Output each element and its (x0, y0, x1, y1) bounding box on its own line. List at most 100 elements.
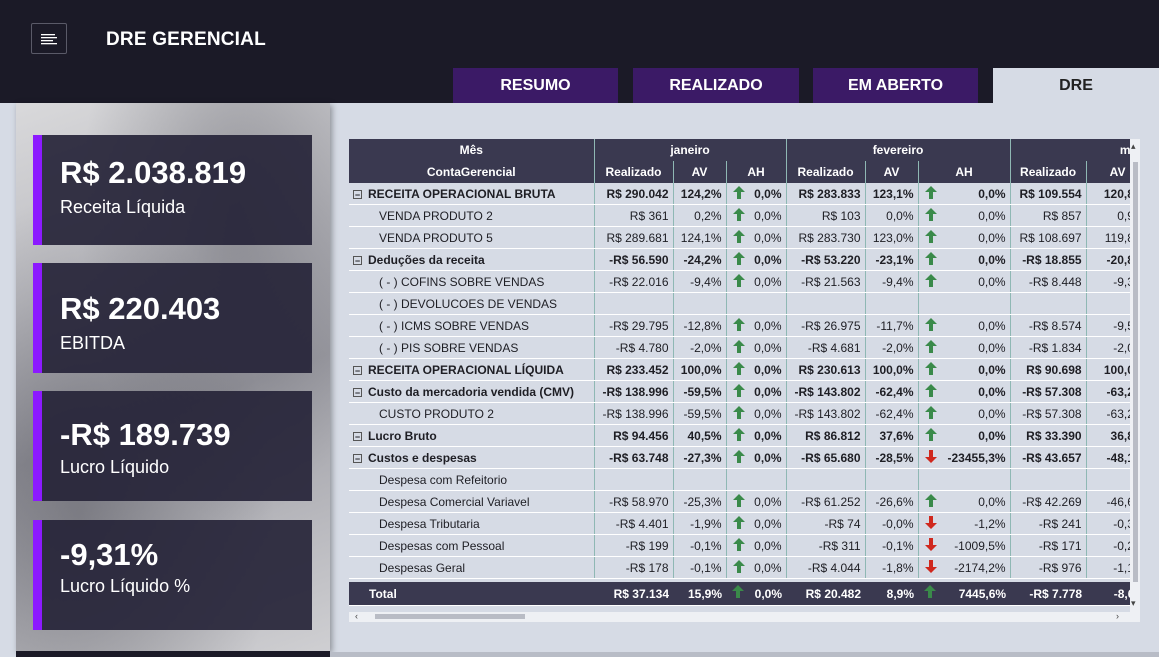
cell-value: 40,5% (673, 424, 727, 447)
menu-button[interactable] (31, 23, 67, 54)
table-row[interactable]: Despesa Comercial Variavel -R$ 58.970 -25,… (349, 490, 1140, 513)
cell-ah: 0,0% (726, 314, 787, 337)
table-row[interactable]: Despesa Tributaria -R$ 4.401 -1,9% 0,0% -R$ … (349, 512, 1140, 535)
cell-ah: 0,0% (918, 314, 1011, 337)
table-row[interactable]: Despesas com Pessoal -R$ 199 -0,1% 0,0% -R$ … (349, 534, 1140, 557)
table-row[interactable]: − RECEITA OPERACIONAL BRUTA R$ 290.042 124,… (349, 183, 1140, 205)
cell-value: -R$ 143.802 (786, 380, 866, 403)
cell-value: -R$ 61.252 (786, 490, 866, 513)
cell-value (1010, 468, 1087, 491)
header-col[interactable]: AH (726, 161, 787, 183)
table-row[interactable]: ( - ) DEVOLUCOES DE VENDAS (349, 292, 1140, 315)
collapse-toggle-icon[interactable]: − (353, 453, 362, 463)
cell-value: 0,2% (673, 204, 727, 227)
header-col[interactable]: Realizado (1010, 161, 1087, 183)
cell-value: -R$ 4.681 (786, 336, 866, 359)
kpi-value: -R$ 189.739 (60, 417, 231, 452)
cell-value: -R$ 42.269 (1010, 490, 1087, 513)
header-col[interactable]: Realizado (594, 161, 674, 183)
table-row[interactable]: Despesas Geral -R$ 178 -0,1% 0,0% -R$ 4.044-… (349, 556, 1140, 579)
cell-ah (918, 468, 1011, 491)
header-col[interactable]: AH (918, 161, 1011, 183)
cell-ah: -1009,5% (918, 534, 1011, 557)
vertical-scrollbar-thumb[interactable] (1133, 162, 1138, 582)
cell-ah: -23455,3% (918, 446, 1011, 469)
collapse-toggle-icon[interactable]: − (353, 255, 362, 265)
arrow-up-icon (732, 230, 745, 243)
header-month-fevereiro[interactable]: fevereiro (786, 139, 1011, 161)
table-row[interactable]: − Custo da mercadoria vendida (CMV) -R$ 13… (349, 380, 1140, 403)
cell-value: -R$ 57.308 (1010, 380, 1087, 403)
cell-value: R$ 86.812 (786, 424, 866, 447)
header-conta-gerencial[interactable]: ContaGerencial (349, 161, 595, 183)
cell-ah: 0,0% (918, 358, 1011, 381)
cell-ah: 0,0% (726, 358, 787, 381)
tab-dre[interactable]: DRE (993, 68, 1159, 104)
cell-value: -R$ 4.780 (594, 336, 674, 359)
footer-strip (330, 652, 1159, 657)
table-row[interactable]: − Lucro Bruto R$ 94.456 40,5% 0,0% R$ 86.812 3… (349, 424, 1140, 447)
row-account-name: − Custo da mercadoria vendida (CMV) (349, 380, 595, 403)
header-col[interactable]: Realizado (786, 161, 866, 183)
arrow-up-icon (732, 384, 745, 397)
dre-table: Mês janeiro fevereiro març ContaGerencia… (349, 139, 1140, 606)
cell-value: -11,7% (865, 314, 919, 337)
kpi-label: Lucro Líquido % (60, 576, 191, 596)
cell-value: -59,5% (673, 402, 727, 425)
arrow-up-icon (924, 340, 937, 353)
arrow-up-icon (732, 406, 745, 419)
cell-value (594, 292, 674, 315)
collapse-toggle-icon[interactable]: − (353, 365, 362, 375)
table-row[interactable]: ( - ) COFINS SOBRE VENDAS -R$ 22.016 -9,4%… (349, 270, 1140, 293)
row-account-name: Despesas com Pessoal (349, 534, 595, 557)
table-row[interactable]: ( - ) PIS SOBRE VENDAS -R$ 4.780 -2,0% 0,0%… (349, 336, 1140, 359)
collapse-toggle-icon[interactable]: − (353, 189, 362, 199)
cell-ah: 7445,6% (918, 582, 1011, 606)
scroll-right-icon[interactable]: › (1116, 611, 1119, 621)
collapse-toggle-icon[interactable]: − (353, 387, 362, 397)
header-col[interactable]: AV (865, 161, 919, 183)
table-total-row[interactable]: Total R$ 37.134 15,9% 0,0% R$ 20.482 8,9% 7445… (349, 582, 1140, 606)
table-row[interactable]: VENDA PRODUTO 5 R$ 289.681 124,1% 0,0% R$ 28… (349, 226, 1140, 249)
dre-matrix[interactable]: Mês janeiro fevereiro març ContaGerencia… (349, 139, 1140, 622)
arrow-up-icon (732, 318, 745, 331)
scroll-down-icon[interactable]: ▾ (1131, 598, 1136, 609)
tab-realizado[interactable]: REALIZADO (633, 68, 799, 103)
table-row[interactable]: Despesa com Refeitorio (349, 468, 1140, 491)
cell-ah: 0,0% (726, 424, 787, 447)
table-body: − RECEITA OPERACIONAL BRUTA R$ 290.042 124,… (349, 183, 1140, 606)
table-row[interactable]: − RECEITA OPERACIONAL LÍQUIDA R$ 233.452 10… (349, 358, 1140, 381)
table-row[interactable]: − Deduções da receita -R$ 56.590 -24,2% 0,0%… (349, 248, 1140, 271)
row-account-name: − Deduções da receita (349, 248, 595, 271)
cell-value: -62,4% (865, 380, 919, 403)
cell-value: 100,0% (865, 358, 919, 381)
cell-ah: 0,0% (918, 270, 1011, 293)
cell-value: -R$ 18.855 (1010, 248, 1087, 271)
header-col[interactable]: AV (673, 161, 727, 183)
horizontal-scrollbar-thumb[interactable] (375, 614, 525, 619)
collapse-toggle-icon[interactable]: − (353, 431, 362, 441)
arrow-up-icon (924, 318, 937, 331)
cell-value (865, 292, 919, 315)
cell-value: 37,6% (865, 424, 919, 447)
arrow-up-icon (732, 428, 745, 441)
tab-em-aberto[interactable]: EM ABERTO (813, 68, 978, 103)
scroll-up-icon[interactable]: ▴ (1131, 141, 1136, 152)
cell-ah: 0,0% (726, 402, 787, 425)
table-row[interactable]: − Custos e despesas -R$ 63.748 -27,3% 0,0% -R… (349, 446, 1140, 469)
header-month-marco[interactable]: març (1010, 139, 1140, 161)
scroll-left-icon[interactable]: ‹ (355, 611, 358, 621)
cell-ah: 0,0% (726, 270, 787, 293)
row-account-name: Despesa com Refeitorio (349, 468, 595, 491)
table-row[interactable]: CUSTO PRODUTO 2 -R$ 138.996 -59,5% 0,0% -R$ … (349, 402, 1140, 425)
hamburger-menu-icon (41, 33, 57, 44)
cell-value: 123,0% (865, 226, 919, 249)
row-account-name: ( - ) ICMS SOBRE VENDAS (349, 314, 595, 337)
tab-resumo[interactable]: RESUMO (453, 68, 618, 103)
cell-value: R$ 233.452 (594, 358, 674, 381)
header-month-janeiro[interactable]: janeiro (594, 139, 787, 161)
table-row[interactable]: VENDA PRODUTO 2 R$ 361 0,2% 0,0% R$ 103 0,0% 0… (349, 204, 1140, 227)
table-row[interactable]: ( - ) ICMS SOBRE VENDAS -R$ 29.795 -12,8% 0… (349, 314, 1140, 337)
cell-value: -R$ 43.657 (1010, 446, 1087, 469)
cell-value: R$ 290.042 (594, 183, 674, 205)
